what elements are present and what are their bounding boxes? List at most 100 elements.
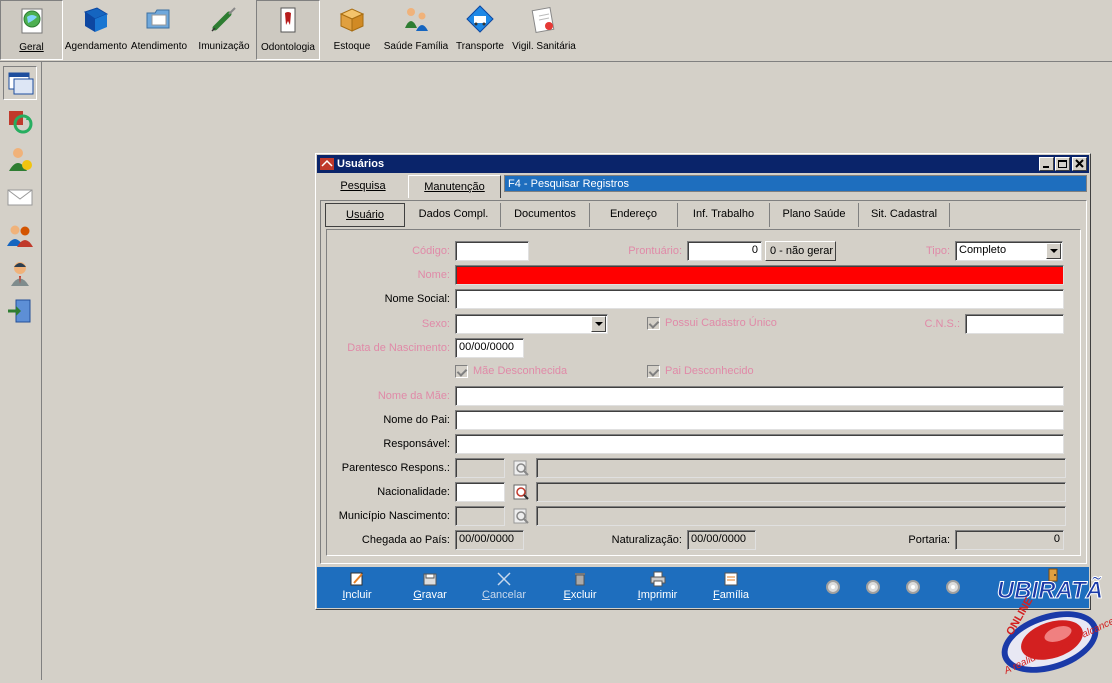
imprimir-button[interactable]: Imprimir (635, 569, 680, 605)
operator-button[interactable] (3, 256, 37, 290)
module-atendimento-button[interactable]: Atendimento (130, 0, 188, 60)
close-button[interactable] (1072, 157, 1087, 171)
tab-pesquisa[interactable]: Pesquisa (319, 175, 407, 198)
box-icon (339, 8, 365, 32)
possui-cadastro-checkbox[interactable]: Possui Cadastro Único (647, 317, 807, 331)
family-doc-icon (724, 572, 738, 586)
codigo-input[interactable] (455, 241, 529, 261)
cns-input[interactable] (965, 314, 1064, 334)
refresh-icon (9, 111, 33, 134)
nacionalidade-code-input[interactable] (455, 482, 505, 502)
tab-plano-saude[interactable]: Plano Saúde (770, 203, 859, 227)
module-agendamento-button[interactable]: Agendamento (64, 0, 128, 60)
chevron-down-icon[interactable] (591, 316, 606, 332)
window-titlebar[interactable]: Usuários (317, 155, 1089, 173)
chegada-label: Chegada ao País: (361, 534, 450, 546)
ubirata-logo: UBIRATÃ ONLINE A realidade ao seu alcanc… (988, 572, 1112, 680)
cancelar-button[interactable]: Cancelar (480, 569, 528, 605)
module-estoque-button[interactable]: Estoque (330, 0, 374, 60)
excluir-button[interactable]: Excluir (560, 569, 600, 605)
mae-desconhecida-checkbox[interactable]: Mãe Desconhecida (455, 365, 595, 379)
module-saude-familia-button[interactable]: Saúde Família (383, 0, 449, 60)
nav-next-button[interactable] (906, 580, 920, 594)
mail-button[interactable] (3, 180, 37, 214)
maximize-button[interactable] (1055, 157, 1070, 171)
chegada-input[interactable]: 00/00/0000 (455, 530, 524, 550)
tab-endereco[interactable]: Endereço (590, 203, 678, 227)
user-button[interactable] (3, 142, 37, 176)
portaria-label: Portaria: (908, 534, 950, 546)
pai-desconhecido-checkbox[interactable]: Pai Desconhecido (647, 365, 787, 379)
data-nascimento-label: Data de Nascimento: (347, 342, 450, 354)
prontuario-input[interactable]: 0 (687, 241, 762, 261)
tab-sit-cadastral[interactable]: Sit. Cadastral (859, 203, 950, 227)
data-nascimento-input[interactable]: 00/00/0000 (455, 338, 524, 358)
edit-icon (350, 572, 363, 586)
users-button[interactable] (3, 218, 37, 252)
module-vigilancia-button[interactable]: Vigil. Sanitária (512, 0, 576, 60)
syringe-icon (211, 7, 236, 32)
tab-usuario[interactable]: Usuário (325, 203, 405, 227)
nav-prev-button[interactable] (866, 580, 880, 594)
windows-icon (8, 72, 34, 95)
familia-label: Família (712, 589, 750, 601)
family-icon (405, 8, 428, 31)
module-label: Saúde Família (383, 41, 449, 52)
excluir-label: Excluir (563, 589, 597, 601)
lookup-icon[interactable] (512, 507, 530, 525)
module-label: Transporte (456, 41, 504, 52)
blue-book-icon (83, 7, 109, 32)
sexo-select[interactable] (455, 314, 608, 334)
tab-dados-compl[interactable]: Dados Compl. (407, 203, 501, 227)
portaria-input[interactable]: 0 (955, 530, 1064, 550)
tab-manutencao[interactable]: Manutenção (408, 175, 501, 198)
tipo-select[interactable]: Completo (955, 241, 1063, 261)
module-imunizacao-button[interactable]: Imunização (195, 0, 253, 60)
module-geral-button[interactable]: Geral (0, 0, 63, 60)
nav-first-button[interactable] (826, 580, 840, 594)
lookup-icon[interactable] (512, 483, 530, 501)
nav-last-button[interactable] (946, 580, 960, 594)
nome-pai-input[interactable] (455, 410, 1064, 430)
tab-label: Manutenção (424, 181, 485, 193)
parentesco-code-input[interactable] (455, 458, 505, 478)
module-odontologia-button[interactable]: Odontologia (256, 0, 320, 60)
module-transporte-button[interactable]: Transporte (455, 0, 505, 60)
naturalizacao-input[interactable]: 00/00/0000 (687, 530, 756, 550)
action-bar: Incluir Gravar Cancelar Excluir Imprimir… (317, 567, 1089, 608)
lookup-icon[interactable] (512, 459, 530, 477)
chevron-down-icon[interactable] (1046, 243, 1061, 259)
tab-label: Pesquisa (340, 180, 386, 192)
window-list-button[interactable] (3, 66, 37, 100)
parentesco-description (536, 458, 1066, 478)
nome-mae-label: Nome da Mãe: (377, 390, 450, 402)
exit-icon (8, 299, 31, 323)
save-icon (423, 573, 437, 586)
checkbox-box (455, 365, 468, 378)
nome-input[interactable] (455, 265, 1064, 285)
tab-inf-trabalho[interactable]: Inf. Trabalho (678, 203, 770, 227)
refresh-button[interactable] (3, 104, 37, 138)
municipio-code-input[interactable] (455, 506, 505, 526)
familia-button[interactable]: Família (711, 569, 751, 605)
exit-button[interactable] (3, 294, 37, 328)
checkbox-box (647, 365, 660, 378)
municipio-label: Município Nascimento: (338, 510, 450, 522)
gravar-button[interactable]: Gravar (410, 569, 450, 605)
nacionalidade-label: Nacionalidade: (377, 486, 450, 498)
checkbox-box (647, 317, 660, 330)
tab-label: Sit. Cadastral (870, 208, 938, 220)
side-toolbar (0, 62, 42, 680)
incluir-button[interactable]: Incluir (337, 569, 377, 605)
prontuario-label: Prontuário: (628, 245, 682, 257)
nao-gerar-button[interactable]: 0 - não gerar (765, 241, 836, 261)
tab-label: Documentos (514, 208, 576, 220)
tab-documentos[interactable]: Documentos (501, 203, 590, 227)
document-stamp-icon (531, 7, 555, 33)
nome-social-label: Nome Social: (384, 293, 450, 305)
tab-label: Inf. Trabalho (692, 208, 755, 220)
minimize-button[interactable] (1039, 157, 1054, 171)
nome-mae-input[interactable] (455, 386, 1064, 406)
nome-social-input[interactable] (455, 289, 1064, 309)
responsavel-input[interactable] (455, 434, 1064, 454)
